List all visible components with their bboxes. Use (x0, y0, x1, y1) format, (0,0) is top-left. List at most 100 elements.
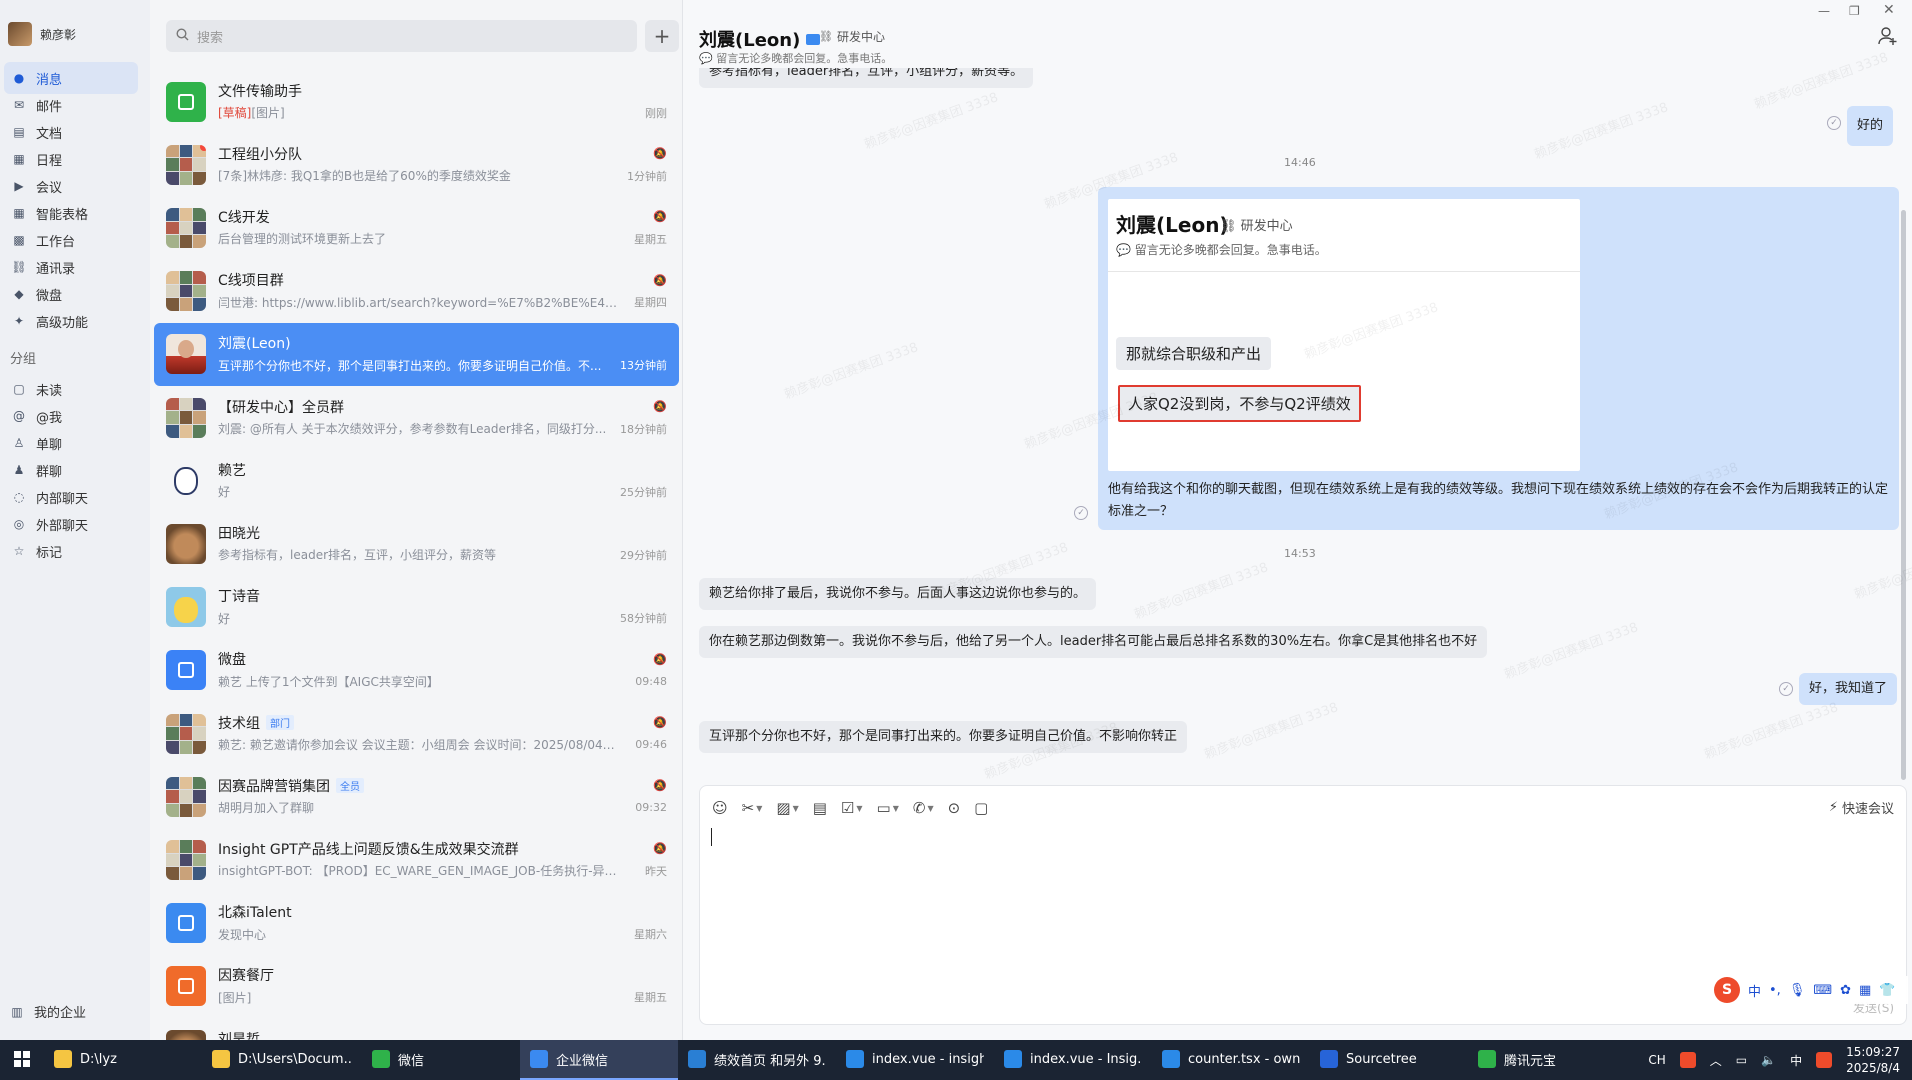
speech-icon: 💬 (1116, 243, 1135, 257)
todo-button[interactable]: ☑ ▼ (841, 799, 863, 817)
conversation-item[interactable]: 因赛品牌营销集团 全员 🔕 胡明月加入了群聊 09:32 (154, 765, 679, 828)
taskbar-app[interactable]: D:\lyz (44, 1040, 202, 1080)
more-button[interactable]: ⊙ (948, 799, 961, 817)
restore-button[interactable]: ❐ (1849, 4, 1860, 18)
preview-text: [图片] (251, 106, 285, 120)
sogou-tray-icon[interactable] (1679, 1052, 1696, 1068)
conversation-time: 星期五 (634, 232, 667, 246)
skin-icon[interactable]: ✿ (1840, 983, 1851, 998)
grid-icon[interactable]: ▦ (1859, 983, 1871, 998)
conversation-item[interactable]: C线开发 🔕 后台管理的测试环境更新上去了 星期五 (154, 196, 679, 259)
taskbar-app[interactable]: index.vue - Insig... (994, 1040, 1152, 1080)
conversation-item[interactable]: 北森iTalent 发现中心 星期六 (154, 892, 679, 955)
image-button[interactable]: ▨ ▼ (776, 799, 798, 817)
search-input[interactable]: 搜索 (166, 20, 637, 52)
ime-language[interactable]: 中 (1748, 981, 1761, 1000)
scrollbar[interactable] (1901, 210, 1906, 780)
my-enterprise-button[interactable]: ▥ 我的企业 (8, 1002, 86, 1022)
microphone-icon[interactable]: 🎙 (1789, 983, 1806, 998)
conversation-name: C线开发 (218, 209, 270, 226)
message-text: 他有给我这个和你的聊天截图，但现在绩效系统上是有我的绩效等级。我想问下现在绩效系… (1108, 482, 1889, 519)
conversation-body: 技术组 部门 🔕 赖艺: 赖艺邀请你参加会议 会议主题：小组周会 会议时间：2025/… (218, 713, 667, 755)
conversation-time: 刚刚 (645, 106, 667, 120)
conversation-item[interactable]: 刘震(Leon) 互评那个分你也不好，那个是同事打出来的。你要多证明自己价值。不.… (154, 322, 679, 386)
taskbar-app[interactable]: Sourcetree (1310, 1040, 1468, 1080)
conversation-item[interactable]: 赖艺好 25分钟前 (154, 449, 679, 512)
conversation-time: 星期六 (634, 928, 667, 942)
taskbar-app[interactable]: 腾讯元宝 (1468, 1040, 1626, 1080)
text-caret (711, 828, 712, 846)
message-bubble-outgoing[interactable]: 好的 (1847, 106, 1894, 146)
taskbar-app[interactable]: index.vue - insigh... (836, 1040, 994, 1080)
chevron-up-icon[interactable]: ︿ (1710, 1052, 1722, 1069)
screenshot-image[interactable]: 刘震(Leon) ⛓ 研发中心 💬 留言无论多晚都会回复。急事电话。 那就综合职… (1108, 199, 1580, 471)
lightning-icon: ⚡ (1828, 800, 1838, 815)
message-bubble-incoming[interactable]: 赖艺给你排了最后，我说你不参与。后面人事这边说你也参与的。 (699, 578, 1097, 610)
conversation-item[interactable]: C线项目群 🔕 闫世港: https://www.liblib.art/search… (154, 260, 679, 323)
mute-icon: 🔕 (653, 842, 667, 856)
unread-dot (200, 144, 206, 151)
conversation-item[interactable]: 文件传输助手 [草稿][图片] 刚刚 (154, 70, 679, 133)
conversation-item[interactable]: 刘昊哲 (154, 1018, 679, 1040)
call-button[interactable]: ✆ ▼ (913, 799, 934, 817)
ime-toolbar[interactable]: S 中 •, 🎙 ⌨ ✿ ▦ 👕 (1710, 976, 1908, 1004)
document-icon: ▤ (13, 125, 25, 139)
screenshot-bubble-highlighted: 人家Q2没到岗，不参与Q2评绩效 (1118, 385, 1361, 422)
taskbar-app[interactable]: 企业微信 (520, 1040, 678, 1080)
conversation-item[interactable]: 【研发中心】全员群 🔕 刘震: @所有人 关于本次绩效评分，参考参数有Leader排… (154, 386, 679, 449)
group-item-6[interactable]: ☆ 标记 (4, 535, 138, 567)
message-bubble-incoming[interactable]: 参考指标有，leader排名，互评，小组评分，薪资等。 (699, 68, 1034, 88)
chat-title[interactable]: 刘震(Leon) (699, 26, 821, 52)
doc-button[interactable]: ▤ (813, 799, 827, 817)
sogou-tray-icon[interactable] (1816, 1052, 1833, 1068)
emoji-button[interactable]: ☺ (712, 799, 728, 817)
network-icon[interactable]: ▭ (1736, 1053, 1747, 1067)
taskbar-app[interactable]: 微信 (362, 1040, 520, 1080)
minimize-button[interactable]: — (1818, 4, 1830, 18)
conversation-time: 25分钟前 (620, 485, 667, 499)
user-profile[interactable]: 赖彦彰 (8, 22, 76, 46)
conversation-item[interactable]: 因赛餐厅 [图片] 星期五 (154, 955, 679, 1018)
message-bubble-incoming[interactable]: 互评那个分你也不好，那个是同事打出来的。你要多证明自己价值。不影响你转正 (699, 721, 1188, 753)
conversation-preview: 后台管理的测试环境更新上去了 (218, 230, 386, 247)
message-bubble-incoming[interactable]: 你在赖艺那边倒数第一。我说你不参与后，他给了另一个人。leader排名可能占最后… (699, 626, 1488, 658)
screenshot-contact-name: 刘震(Leon) (1116, 213, 1229, 237)
quick-meeting-button[interactable]: ⚡ 快速会议 (1829, 798, 1894, 817)
start-button[interactable] (0, 1040, 44, 1080)
punctuation-icon[interactable]: •, (1769, 983, 1781, 998)
contact-dept[interactable]: ⛓ 研发中心 (819, 28, 885, 45)
avatar[interactable] (8, 22, 32, 46)
nav-item-9[interactable]: ✦ 高级功能 (4, 305, 138, 337)
app-icon (372, 1050, 390, 1068)
screenshot-button[interactable]: ✂ ▼ (742, 799, 763, 817)
tray-language[interactable]: CH (1648, 1053, 1665, 1067)
taskbar-app[interactable]: counter.tsx - own... (1152, 1040, 1310, 1080)
taskbar-app[interactable]: 绩效首页 和另外 9... (678, 1040, 836, 1080)
conversation-item[interactable]: 丁诗音好 58分钟前 (154, 576, 679, 639)
conversation-item[interactable]: 田晓光 参考指标有，leader排名，互评，小组评分，薪资等 29分钟前 (154, 512, 679, 575)
history-button[interactable]: ▢ (974, 799, 988, 817)
file-button[interactable]: ▭ ▼ (877, 799, 899, 817)
preview-text: 好 (218, 485, 231, 500)
conversation-time: 09:48 (635, 674, 667, 688)
taskbar-app[interactable]: D:\Users\Docum... (202, 1040, 362, 1080)
message-bubble-screenshot[interactable]: 刘震(Leon) ⛓ 研发中心 💬 留言无论多晚都会回复。急事电话。 那就综合职… (1098, 187, 1899, 530)
conversation-bottom-row: 后台管理的测试环境更新上去了 星期五 (218, 229, 667, 249)
close-button[interactable]: ✕ (1883, 2, 1895, 18)
clock[interactable]: 15:09:27 2025/8/4 (1846, 1044, 1900, 1076)
shirt-icon[interactable]: 👕 (1879, 983, 1895, 998)
taskbar-app-label: 企业微信 (556, 1053, 609, 1069)
volume-icon[interactable]: 🔈 (1761, 1053, 1776, 1067)
keyboard-icon[interactable]: ⌨ (1813, 983, 1832, 998)
add-button[interactable]: + (645, 20, 679, 52)
conversation-item[interactable]: 微盘 🔕 赖艺 上传了1个文件到【AIGC共享空间】 09:48 (154, 639, 679, 702)
tray-ime[interactable]: 中 (1790, 1052, 1802, 1069)
sogou-logo-icon[interactable]: S (1714, 977, 1740, 1003)
windows-taskbar: D:\lyz D:\Users\Docum... 微信 企业微信 绩效首页 和另外 9.… (0, 1040, 1912, 1080)
conversation-item[interactable]: 技术组 部门 🔕 赖艺: 赖艺邀请你参加会议 会议主题：小组周会 会议时间：2025/… (154, 702, 679, 765)
add-member-button[interactable] (1878, 26, 1898, 51)
conversation-item[interactable]: 工程组小分队 🔕 [7条]林炜彦: 我Q1拿的B也是给了60%的季度绩效奖金 1分钟前 (154, 133, 679, 196)
conversation-item[interactable]: Insight GPT产品线上问题反馈&生成效果交流群 🔕 insightGPT-B… (154, 828, 679, 891)
message-bubble-outgoing[interactable]: 好，我知道了 (1799, 673, 1898, 705)
clock-date: 2025/8/4 (1846, 1061, 1900, 1075)
